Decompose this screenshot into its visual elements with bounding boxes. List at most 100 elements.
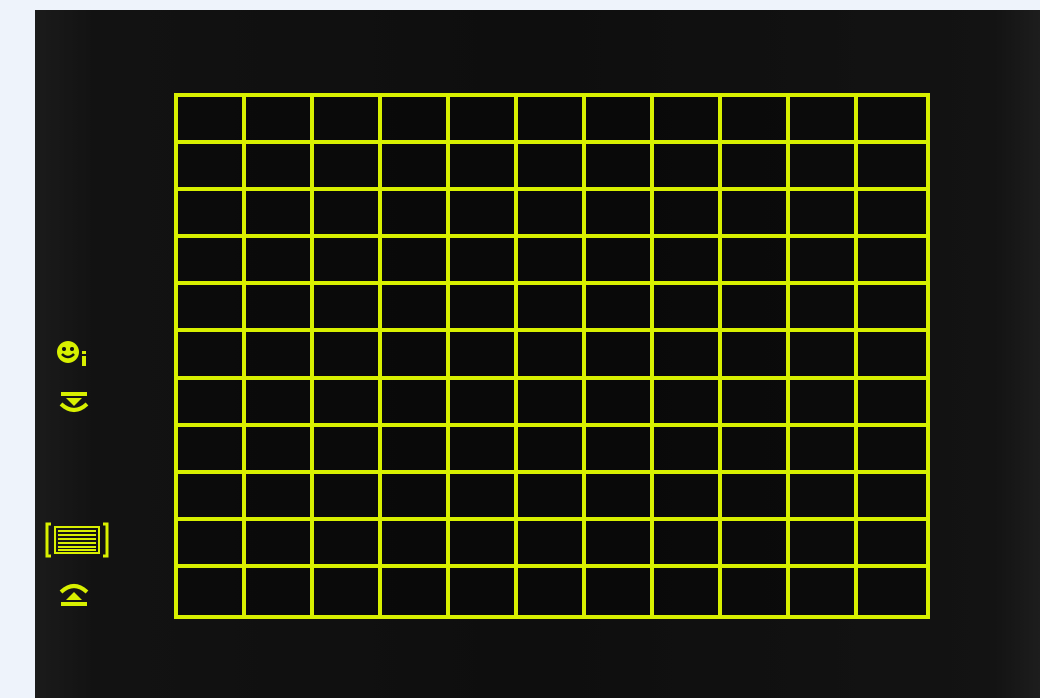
af-point[interactable] bbox=[518, 332, 586, 380]
af-point[interactable] bbox=[722, 285, 790, 333]
af-point[interactable] bbox=[450, 473, 518, 521]
af-point[interactable] bbox=[246, 426, 314, 474]
af-point[interactable] bbox=[790, 520, 858, 568]
af-point[interactable] bbox=[790, 567, 858, 615]
af-point[interactable] bbox=[858, 97, 926, 145]
af-point[interactable] bbox=[722, 191, 790, 239]
af-point[interactable] bbox=[858, 520, 926, 568]
af-point[interactable] bbox=[314, 144, 382, 192]
af-point[interactable] bbox=[518, 144, 586, 192]
af-point[interactable] bbox=[722, 426, 790, 474]
af-point[interactable] bbox=[382, 520, 450, 568]
af-point[interactable] bbox=[586, 285, 654, 333]
af-point[interactable] bbox=[518, 97, 586, 145]
af-point[interactable] bbox=[450, 520, 518, 568]
af-point[interactable] bbox=[382, 426, 450, 474]
af-point[interactable] bbox=[518, 379, 586, 427]
af-point[interactable] bbox=[722, 238, 790, 286]
af-point[interactable] bbox=[654, 285, 722, 333]
af-point[interactable] bbox=[382, 473, 450, 521]
af-point[interactable] bbox=[586, 520, 654, 568]
af-point[interactable] bbox=[654, 97, 722, 145]
af-point[interactable] bbox=[246, 285, 314, 333]
af-point[interactable] bbox=[790, 285, 858, 333]
af-point[interactable] bbox=[518, 238, 586, 286]
af-point[interactable] bbox=[450, 285, 518, 333]
af-point[interactable] bbox=[382, 144, 450, 192]
af-point[interactable] bbox=[450, 97, 518, 145]
af-point[interactable] bbox=[654, 473, 722, 521]
af-point[interactable] bbox=[314, 473, 382, 521]
af-point[interactable] bbox=[518, 191, 586, 239]
af-point[interactable] bbox=[178, 379, 246, 427]
af-point[interactable] bbox=[518, 473, 586, 521]
af-point[interactable] bbox=[382, 379, 450, 427]
af-point[interactable] bbox=[178, 191, 246, 239]
af-point[interactable] bbox=[382, 332, 450, 380]
af-point[interactable] bbox=[246, 97, 314, 145]
af-point[interactable] bbox=[246, 473, 314, 521]
af-point[interactable] bbox=[790, 97, 858, 145]
af-point[interactable] bbox=[586, 332, 654, 380]
af-point[interactable] bbox=[246, 332, 314, 380]
af-point[interactable] bbox=[858, 238, 926, 286]
af-point[interactable] bbox=[382, 238, 450, 286]
af-point[interactable] bbox=[586, 97, 654, 145]
af-point[interactable] bbox=[246, 144, 314, 192]
af-point[interactable] bbox=[314, 191, 382, 239]
af-point[interactable] bbox=[450, 426, 518, 474]
af-point[interactable] bbox=[586, 473, 654, 521]
af-point[interactable] bbox=[654, 332, 722, 380]
af-point[interactable] bbox=[246, 520, 314, 568]
af-point[interactable] bbox=[178, 97, 246, 145]
af-point[interactable] bbox=[722, 379, 790, 427]
dial-up-icon[interactable] bbox=[57, 578, 93, 608]
af-point[interactable] bbox=[858, 567, 926, 615]
af-point[interactable] bbox=[178, 567, 246, 615]
af-point[interactable] bbox=[722, 473, 790, 521]
af-point[interactable] bbox=[450, 144, 518, 192]
af-point[interactable] bbox=[382, 97, 450, 145]
af-point[interactable] bbox=[586, 379, 654, 427]
af-point[interactable] bbox=[722, 567, 790, 615]
af-point[interactable] bbox=[722, 332, 790, 380]
af-point[interactable] bbox=[178, 332, 246, 380]
af-point[interactable] bbox=[858, 332, 926, 380]
af-point-grid[interactable] bbox=[174, 93, 930, 619]
af-point[interactable] bbox=[858, 285, 926, 333]
af-point[interactable] bbox=[722, 520, 790, 568]
af-point[interactable] bbox=[586, 567, 654, 615]
af-point[interactable] bbox=[858, 379, 926, 427]
af-point[interactable] bbox=[654, 144, 722, 192]
af-point[interactable] bbox=[450, 191, 518, 239]
af-point[interactable] bbox=[314, 379, 382, 427]
af-point[interactable] bbox=[790, 238, 858, 286]
af-point[interactable] bbox=[450, 238, 518, 286]
af-point[interactable] bbox=[518, 285, 586, 333]
af-point[interactable] bbox=[382, 285, 450, 333]
af-point[interactable] bbox=[858, 191, 926, 239]
af-point[interactable] bbox=[518, 567, 586, 615]
af-point[interactable] bbox=[382, 191, 450, 239]
af-point[interactable] bbox=[790, 332, 858, 380]
af-point[interactable] bbox=[586, 191, 654, 239]
af-point[interactable] bbox=[314, 332, 382, 380]
af-point[interactable] bbox=[178, 285, 246, 333]
af-point[interactable] bbox=[246, 238, 314, 286]
af-point[interactable] bbox=[178, 144, 246, 192]
af-point[interactable] bbox=[450, 379, 518, 427]
af-point[interactable] bbox=[450, 332, 518, 380]
af-point[interactable] bbox=[790, 473, 858, 521]
dial-down-icon[interactable] bbox=[57, 390, 93, 420]
af-point[interactable] bbox=[654, 567, 722, 615]
af-point[interactable] bbox=[382, 567, 450, 615]
af-area-icon[interactable] bbox=[45, 522, 109, 558]
af-point[interactable] bbox=[858, 144, 926, 192]
af-point[interactable] bbox=[858, 473, 926, 521]
af-point[interactable] bbox=[654, 191, 722, 239]
af-point[interactable] bbox=[450, 567, 518, 615]
af-point[interactable] bbox=[178, 473, 246, 521]
af-point[interactable] bbox=[314, 285, 382, 333]
af-point[interactable] bbox=[314, 238, 382, 286]
af-point[interactable] bbox=[178, 238, 246, 286]
